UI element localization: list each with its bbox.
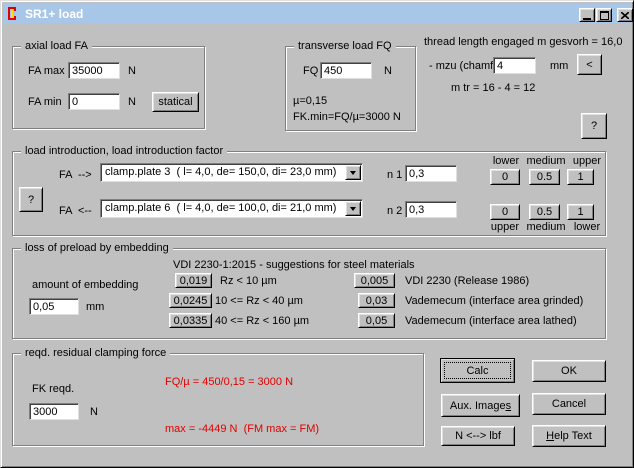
load-introduction-help-button[interactable]: ? bbox=[19, 187, 43, 212]
load-introduction-group-label: load introduction, load introduction fac… bbox=[21, 145, 227, 158]
statical-button[interactable]: statical bbox=[152, 92, 199, 112]
n2-lower-button[interactable]: 1 bbox=[567, 204, 594, 220]
transverse-load-group-label: transverse load FQ bbox=[294, 40, 396, 53]
vdi1986-value-button[interactable]: 0,005 bbox=[354, 273, 395, 288]
fq-label: FQ bbox=[303, 65, 318, 78]
help-text-label: elp Text bbox=[554, 430, 592, 442]
minimize-button[interactable] bbox=[579, 8, 595, 22]
fkmin-text: FK.min=FQ/µ=3000 N bbox=[293, 111, 401, 124]
n-lbf-toggle-button[interactable]: N <--> lbf bbox=[441, 426, 515, 446]
aux-images-label: Aux. Image bbox=[450, 400, 506, 412]
clamp-plate-2-value: clamp.plate 6 ( l= 4,0, de= 100,0, di= 2… bbox=[105, 202, 344, 215]
max-result-text: max = -4449 N (FM max = FM) bbox=[165, 423, 319, 436]
ok-button[interactable]: OK bbox=[532, 360, 606, 382]
n2-medium-button[interactable]: 0.5 bbox=[529, 204, 560, 220]
rz160-value-button[interactable]: 0,0335 bbox=[169, 313, 212, 328]
top-label-lower: lower bbox=[490, 155, 522, 168]
n1-lower-button[interactable]: 0 bbox=[490, 169, 520, 185]
rz40-value-button[interactable]: 0,0245 bbox=[169, 293, 212, 308]
vademecum-lathed-value-button[interactable]: 0,05 bbox=[358, 313, 395, 328]
embedding-group-label: loss of preload by embedding bbox=[21, 242, 173, 255]
window-title: SR1+ load bbox=[25, 7, 83, 21]
rz160-label: 40 <= Rz < 160 µm bbox=[215, 315, 309, 328]
load-introduction-group: load introduction, load introduction fac… bbox=[12, 151, 606, 236]
n1-upper-button[interactable]: 1 bbox=[567, 169, 594, 185]
vademecum-grinded-label: Vademecum (interface area grinded) bbox=[405, 295, 583, 308]
fk-reqd-input[interactable] bbox=[29, 403, 79, 420]
fa-min-unit: N bbox=[128, 96, 136, 109]
aux-images-button[interactable]: Aux. Images bbox=[441, 394, 520, 417]
app-icon bbox=[6, 6, 21, 21]
clamp-plate-2-dropdown[interactable]: clamp.plate 6 ( l= 4,0, de= 100,0, di= 2… bbox=[100, 199, 363, 218]
close-button[interactable] bbox=[617, 8, 633, 22]
axial-load-group-label: axial load FA bbox=[21, 40, 92, 53]
fk-reqd-label: FK reqd. bbox=[32, 383, 74, 396]
cancel-button[interactable]: Cancel bbox=[532, 393, 606, 415]
fa-min-label: FA min bbox=[28, 96, 62, 109]
mtr-text: m tr = 16 - 4 = 12 bbox=[451, 82, 535, 95]
clamp-plate-2-dropdown-button[interactable] bbox=[345, 201, 361, 216]
amount-of-embedding-input[interactable] bbox=[29, 298, 79, 315]
clamping-force-group-label: reqd. residual clamping force bbox=[21, 347, 170, 360]
chevron-down-icon bbox=[350, 171, 356, 178]
fq-input[interactable] bbox=[320, 62, 372, 79]
mu-text: µ=0,15 bbox=[293, 95, 327, 108]
vademecum-lathed-label: Vademecum (interface area lathed) bbox=[405, 315, 577, 328]
fq-unit: N bbox=[384, 65, 392, 78]
top-label-upper: upper bbox=[568, 155, 606, 168]
maximize-button[interactable] bbox=[596, 8, 612, 22]
clamping-force-group: reqd. residual clamping force FK reqd. N… bbox=[12, 353, 424, 446]
n2-label: n 2 bbox=[387, 205, 402, 218]
vdi-suggestions-header: VDI 2230-1:2015 - suggestions for steel … bbox=[173, 259, 415, 272]
aux-images-accelerator: s bbox=[506, 400, 512, 412]
fa-backward-label: FA <-- bbox=[59, 205, 92, 218]
focus-rectangle bbox=[444, 362, 511, 379]
embedding-group: loss of preload by embedding VDI 2230-1:… bbox=[12, 248, 606, 339]
bottom-label-upper: upper bbox=[488, 221, 522, 234]
fk-reqd-unit: N bbox=[90, 406, 98, 419]
n1-label: n 1 bbox=[387, 169, 402, 182]
minimize-icon bbox=[583, 18, 591, 20]
titlebar[interactable]: SR1+ load bbox=[4, 4, 631, 23]
mzu-unit: mm bbox=[550, 60, 568, 73]
transverse-load-group: transverse load FQ FQ N µ=0,15 FK.min=FQ… bbox=[285, 46, 416, 131]
calc-button[interactable]: Calc bbox=[440, 358, 515, 383]
fa-min-input[interactable] bbox=[68, 93, 120, 110]
rz10-value-button[interactable]: 0,019 bbox=[175, 273, 212, 288]
rz10-label: Rz < 10 µm bbox=[220, 275, 277, 288]
clamp-plate-1-dropdown-button[interactable] bbox=[345, 165, 361, 180]
vdi1986-label: VDI 2230 (Release 1986) bbox=[405, 275, 529, 288]
chevron-down-icon bbox=[350, 207, 356, 214]
rz40-label: 10 <= Rz < 40 µm bbox=[215, 295, 303, 308]
close-icon bbox=[621, 12, 629, 19]
amount-of-embedding-label: amount of embedding bbox=[32, 279, 138, 292]
axial-load-group: axial load FA FA max N FA min N statical bbox=[12, 46, 205, 129]
top-label-medium: medium bbox=[524, 155, 568, 168]
bottom-label-lower: lower bbox=[568, 221, 606, 234]
clamp-plate-1-dropdown[interactable]: clamp.plate 3 ( l= 4,0, de= 150,0, di= 2… bbox=[100, 163, 363, 182]
dialog-window: SR1+ load axial load FA FA max N FA min … bbox=[0, 0, 634, 468]
clamp-plate-1-value: clamp.plate 3 ( l= 4,0, de= 150,0, di= 2… bbox=[105, 166, 344, 179]
maximize-icon bbox=[600, 11, 609, 20]
n1-input[interactable] bbox=[405, 165, 457, 182]
fa-forward-label: FA --> bbox=[59, 169, 92, 182]
n1-medium-button[interactable]: 0.5 bbox=[529, 169, 560, 185]
thread-length-text: thread length engaged m gesvorh = 16,0 bbox=[424, 36, 622, 49]
help-text-accelerator: H bbox=[546, 430, 554, 442]
fa-max-input[interactable] bbox=[68, 62, 120, 79]
fq-mu-result-text: FQ/µ = 450/0,15 = 3000 N bbox=[165, 376, 293, 389]
help-text-button[interactable]: Help Text bbox=[532, 425, 606, 447]
n2-upper-button[interactable]: 0 bbox=[490, 204, 520, 220]
bottom-label-medium: medium bbox=[524, 221, 568, 234]
mzu-input[interactable] bbox=[493, 57, 536, 74]
fa-max-unit: N bbox=[128, 65, 136, 78]
mzu-decrease-button[interactable]: < bbox=[577, 54, 602, 75]
vademecum-grinded-value-button[interactable]: 0,03 bbox=[358, 293, 395, 308]
n2-input[interactable] bbox=[405, 201, 457, 218]
thread-help-button[interactable]: ? bbox=[581, 113, 607, 139]
amount-of-embedding-unit: mm bbox=[86, 301, 104, 314]
fa-max-label: FA max bbox=[28, 65, 65, 78]
